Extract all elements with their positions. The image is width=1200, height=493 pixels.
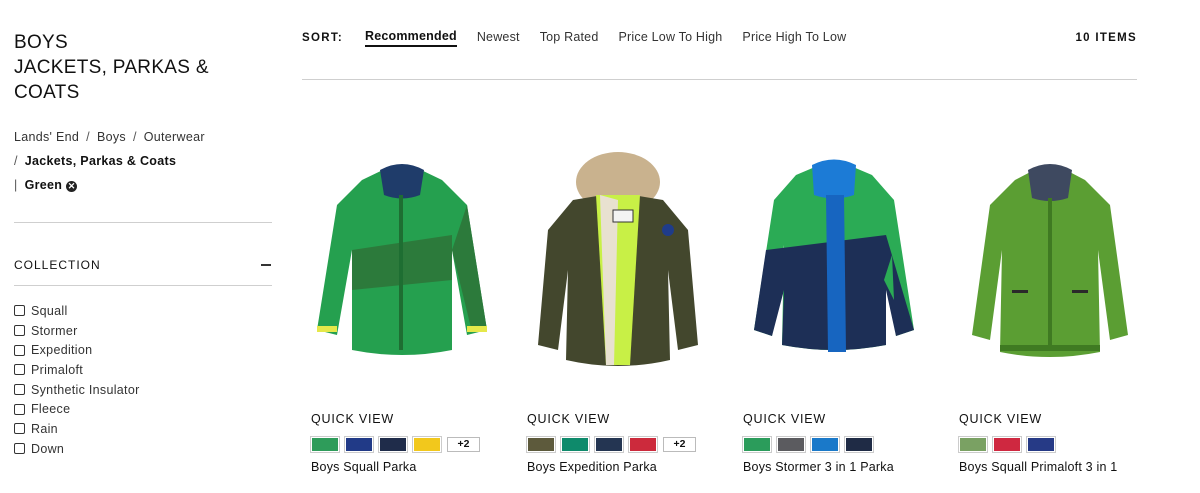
- filter-option-label: Synthetic Insulator: [31, 382, 140, 397]
- product-name[interactable]: Boys Expedition Parka: [527, 460, 657, 474]
- sidebar: BOYS JACKETS, PARKAS & COATS Lands' End /…: [14, 30, 272, 197]
- green-parka-image[interactable]: [302, 140, 502, 385]
- color-swatch[interactable]: [742, 436, 772, 453]
- breadcrumb-link-outerwear[interactable]: Outerwear: [144, 130, 205, 144]
- quick-view-link[interactable]: QUICK VIEW: [311, 412, 394, 426]
- color-swatches: +2: [526, 436, 696, 453]
- green-navy-3in1-parka-image[interactable]: [734, 140, 934, 385]
- color-swatch[interactable]: [628, 436, 658, 453]
- checkbox[interactable]: [14, 403, 25, 415]
- product-name[interactable]: Boys Squall Parka: [311, 460, 417, 474]
- color-swatch[interactable]: [810, 436, 840, 453]
- product-card: QUICK VIEW +2 Boys Expedition Parka: [518, 140, 718, 474]
- collection-filter-list: Squall Stormer Expedition Primaloft Synt…: [14, 301, 140, 459]
- facet-divider: [14, 285, 272, 286]
- sort-label: SORT:: [302, 32, 343, 44]
- checkbox[interactable]: [14, 443, 25, 455]
- jacket-illustration: [754, 159, 914, 352]
- filter-option-label: Expedition: [31, 343, 93, 358]
- breadcrumb-current: Jackets, Parkas & Coats: [24, 154, 177, 168]
- color-swatch[interactable]: [560, 436, 590, 453]
- jacket-illustration: [972, 164, 1128, 357]
- jacket-illustration: [538, 152, 698, 366]
- checkbox[interactable]: [14, 344, 25, 356]
- breadcrumb: Lands' End / Boys / Outerwear / Jackets, Park…: [14, 125, 272, 197]
- checkbox[interactable]: [14, 384, 25, 396]
- filter-option-label: Fleece: [31, 402, 71, 417]
- checkbox[interactable]: [14, 364, 25, 376]
- filter-option-squall[interactable]: Squall: [14, 301, 140, 321]
- filter-option-rain[interactable]: Rain: [14, 419, 140, 439]
- filter-option-stormer[interactable]: Stormer: [14, 321, 140, 341]
- quick-view-link[interactable]: QUICK VIEW: [743, 412, 826, 426]
- filter-option-fleece[interactable]: Fleece: [14, 399, 140, 419]
- page-title-line: COATS: [14, 82, 80, 103]
- color-swatches: +2: [310, 436, 480, 453]
- breadcrumb-link-boys[interactable]: Boys: [97, 130, 126, 144]
- collection-facet-toggle[interactable]: COLLECTION: [14, 252, 272, 278]
- filter-option-expedition[interactable]: Expedition: [14, 340, 140, 360]
- filter-option-label: Rain: [31, 421, 58, 436]
- active-filter-label: Green: [24, 178, 63, 192]
- filter-option-label: Stormer: [31, 323, 78, 338]
- product-card: QUICK VIEW Boys Squall Primaloft 3 in 1: [950, 140, 1150, 474]
- color-swatch[interactable]: [958, 436, 988, 453]
- color-swatch[interactable]: [344, 436, 374, 453]
- color-swatch[interactable]: [594, 436, 624, 453]
- filter-option-label: Down: [31, 441, 65, 456]
- filter-separator: |: [14, 178, 18, 192]
- breadcrumb-separator: /: [14, 154, 18, 168]
- more-colors-button[interactable]: +2: [447, 437, 480, 452]
- product-card: QUICK VIEW +2 Boys Squall Parka: [302, 140, 502, 474]
- color-swatch[interactable]: [776, 436, 806, 453]
- checkbox[interactable]: [14, 305, 25, 317]
- color-swatches: [742, 436, 874, 453]
- olive-fur-hood-parka-image[interactable]: [518, 140, 718, 385]
- filter-option-down[interactable]: Down: [14, 439, 140, 459]
- breadcrumb-link-lands-end[interactable]: Lands' End: [14, 130, 79, 144]
- item-count: 10 ITEMS: [1075, 32, 1137, 44]
- page-title: BOYS JACKETS, PARKAS & COATS: [14, 30, 272, 105]
- color-swatch[interactable]: [526, 436, 556, 453]
- minus-icon: [261, 264, 271, 266]
- color-swatch[interactable]: [1026, 436, 1056, 453]
- filter-option-label: Primaloft: [31, 362, 84, 377]
- color-swatch[interactable]: [844, 436, 874, 453]
- breadcrumb-separator: /: [86, 130, 90, 144]
- more-colors-button[interactable]: +2: [663, 437, 696, 452]
- filter-option-primaloft[interactable]: Primaloft: [14, 360, 140, 380]
- color-swatch[interactable]: [310, 436, 340, 453]
- color-swatch[interactable]: [412, 436, 442, 453]
- filter-option-synthetic-insulator[interactable]: Synthetic Insulator: [14, 380, 140, 400]
- product-name[interactable]: Boys Squall Primaloft 3 in 1: [959, 460, 1117, 474]
- jacket-illustration: [317, 164, 487, 355]
- checkbox[interactable]: [14, 325, 25, 337]
- page-title-line: JACKETS, PARKAS &: [14, 57, 209, 78]
- filter-option-label: Squall: [31, 303, 68, 318]
- product-grid: QUICK VIEW +2 Boys Squall Parka QUICK VI…: [302, 140, 1137, 493]
- page-title-line: BOYS: [14, 32, 68, 53]
- color-swatch[interactable]: [992, 436, 1022, 453]
- sort-option-recommended[interactable]: Recommended: [365, 29, 457, 47]
- sort-option-price-low-to-high[interactable]: Price Low To High: [619, 30, 723, 46]
- quick-view-link[interactable]: QUICK VIEW: [527, 412, 610, 426]
- color-swatches: [958, 436, 1056, 453]
- sort-option-top-rated[interactable]: Top Rated: [540, 30, 599, 46]
- remove-filter-icon[interactable]: ✕: [66, 181, 78, 192]
- quick-view-link[interactable]: QUICK VIEW: [959, 412, 1042, 426]
- breadcrumb-separator: /: [132, 130, 137, 144]
- color-swatch[interactable]: [378, 436, 408, 453]
- green-primaloft-parka-image[interactable]: [950, 140, 1150, 385]
- product-card: QUICK VIEW Boys Stormer 3 in 1 Parka: [734, 140, 934, 474]
- checkbox[interactable]: [14, 423, 25, 435]
- facet-title: COLLECTION: [14, 258, 101, 272]
- sidebar-divider: [14, 222, 272, 223]
- product-name[interactable]: Boys Stormer 3 in 1 Parka: [743, 460, 894, 474]
- sort-divider: [302, 79, 1137, 80]
- sort-option-price-high-to-low[interactable]: Price High To Low: [742, 30, 846, 46]
- sort-option-newest[interactable]: Newest: [477, 30, 520, 46]
- sort-bar: SORT: Recommended Newest Top Rated Price…: [302, 26, 1137, 50]
